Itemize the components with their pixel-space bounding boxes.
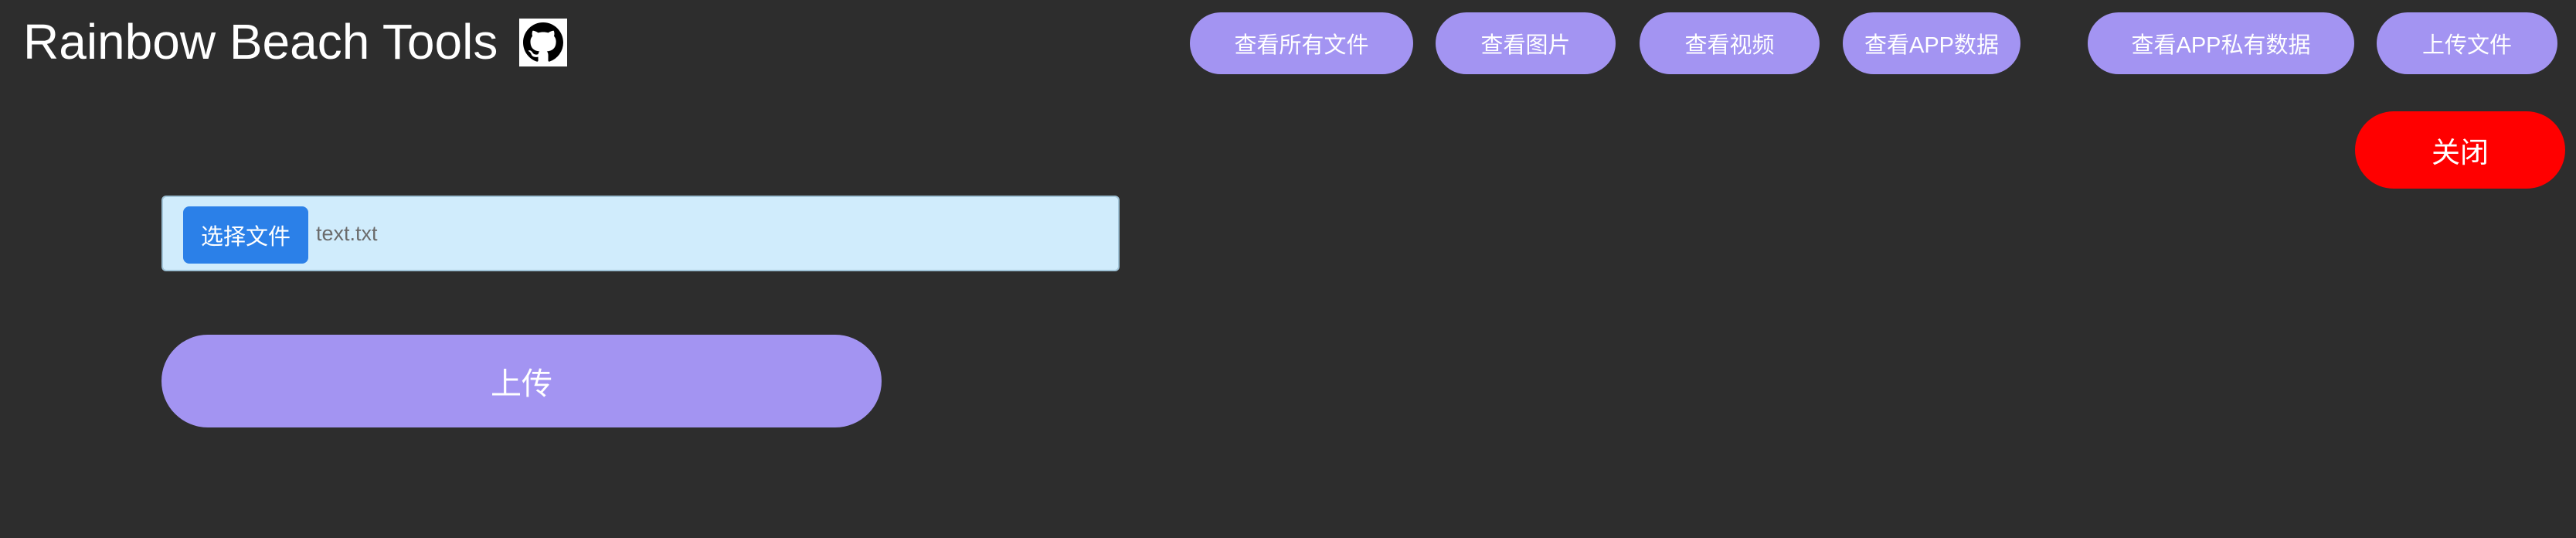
file-input[interactable]: 选择文件 text.txt [161, 196, 1120, 271]
nav-images-button[interactable]: 查看图片 [1436, 12, 1616, 74]
choose-file-button[interactable]: 选择文件 [183, 206, 308, 264]
github-link[interactable] [519, 19, 567, 66]
page: Rainbow Beach Tools 查看所有文件 查看图片 查看视频 查看A… [0, 0, 2576, 538]
github-icon [523, 22, 563, 62]
upload-submit-button[interactable]: 上传 [161, 335, 882, 427]
selected-file-name: text.txt [316, 222, 378, 245]
nav-app-private-data-button[interactable]: 查看APP私有数据 [2088, 12, 2354, 74]
nav-app-data-button[interactable]: 查看APP数据 [1843, 12, 2020, 74]
nav-all-files-button[interactable]: 查看所有文件 [1190, 12, 1413, 74]
app-title: Rainbow Beach Tools [23, 14, 498, 70]
nav-upload-file-button[interactable]: 上传文件 [2377, 12, 2557, 74]
close-button[interactable]: 关闭 [2355, 111, 2565, 189]
nav-videos-button[interactable]: 查看视频 [1640, 12, 1820, 74]
